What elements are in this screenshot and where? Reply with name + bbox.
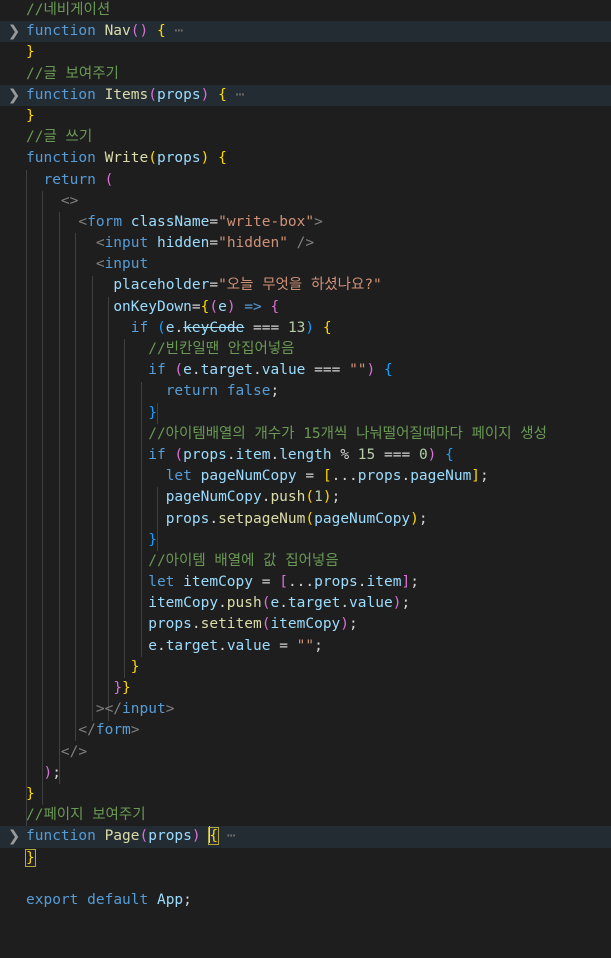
code-line[interactable]: //아이템 배열에 값 집어넣음 bbox=[0, 551, 611, 572]
code-line[interactable]: if (props.item.length % 15 === 0) { bbox=[0, 445, 611, 466]
placeholder-string: "오늘 무엇을 하셨나요?" bbox=[218, 277, 382, 294]
code-line[interactable]: <input hidden="hidden" /> bbox=[0, 233, 611, 254]
code-line-folded[interactable]: ❯ function Nav() { ⋯ bbox=[0, 21, 611, 43]
code-line[interactable]: //글 쓰기 bbox=[0, 127, 611, 148]
code-line[interactable]: } bbox=[0, 784, 611, 805]
code-line-folded[interactable]: ❯ function Items(props) { ⋯ bbox=[0, 84, 611, 106]
chevron-right-icon[interactable]: ❯ bbox=[7, 21, 21, 42]
code-line[interactable]: </form> bbox=[0, 720, 611, 741]
code-line[interactable]: props.setpageNum(pageNumCopy); bbox=[0, 509, 611, 530]
chevron-right-icon[interactable]: ❯ bbox=[7, 826, 21, 847]
code-line[interactable]: props.setitem(itemCopy); bbox=[0, 614, 611, 635]
code-line[interactable]: //네비게이션 bbox=[0, 0, 611, 21]
code-line[interactable]: return ( bbox=[0, 170, 611, 191]
code-line[interactable]: <form className="write-box"> bbox=[0, 212, 611, 233]
code-line[interactable]: //아이템배열의 개수가 15개씩 나눠떨어질때마다 페이지 생성 bbox=[0, 424, 611, 445]
code-line[interactable]: }} bbox=[0, 678, 611, 699]
code-line[interactable]: e.target.value = ""; bbox=[0, 636, 611, 657]
code-line[interactable]: if (e.target.value === "") { bbox=[0, 360, 611, 381]
deprecated-keycode: keyCode bbox=[183, 319, 245, 336]
code-line[interactable]: </> bbox=[0, 742, 611, 763]
code-line[interactable]: //빈칸일땐 안집어넣음 bbox=[0, 339, 611, 360]
code-line[interactable]: let pageNumCopy = [...props.pageNum]; bbox=[0, 466, 611, 487]
code-line[interactable]: if (e.keyCode === 13) { bbox=[0, 318, 611, 339]
code-line[interactable]: placeholder="오늘 무엇을 하셨나요?" bbox=[0, 275, 611, 296]
comment-text: //글 보여주기 bbox=[26, 65, 119, 82]
code-line[interactable]: //페이지 보여주기 bbox=[0, 805, 611, 826]
code-line[interactable]: } bbox=[0, 42, 611, 63]
code-line[interactable]: return false; bbox=[0, 381, 611, 402]
chevron-right-icon[interactable]: ❯ bbox=[7, 85, 21, 106]
bracket-match-close: } bbox=[25, 848, 36, 867]
code-line-blank[interactable] bbox=[0, 869, 611, 890]
code-line[interactable]: <> bbox=[0, 191, 611, 212]
code-line[interactable]: //글 보여주기 bbox=[0, 64, 611, 85]
code-line[interactable]: <input bbox=[0, 254, 611, 275]
code-line[interactable]: } bbox=[0, 657, 611, 678]
code-line[interactable]: } bbox=[0, 848, 611, 869]
comment-text: //네비게이션 bbox=[26, 2, 111, 18]
code-line[interactable]: ); bbox=[0, 763, 611, 784]
code-line[interactable]: } bbox=[0, 403, 611, 424]
code-line[interactable]: let itemCopy = [...props.item]; bbox=[0, 572, 611, 593]
code-line[interactable]: export default App; bbox=[0, 890, 611, 911]
code-line[interactable]: itemCopy.push(e.target.value); bbox=[0, 593, 611, 614]
code-line[interactable]: } bbox=[0, 530, 611, 551]
comment-text: //페이지 보여주기 bbox=[26, 807, 146, 824]
code-editor[interactable]: //네비게이션 ❯ function Nav() { ⋯ } //글 보여주기 ❯… bbox=[0, 0, 611, 958]
code-line[interactable]: onKeyDown={(e) => { bbox=[0, 297, 611, 318]
code-line[interactable]: ></input> bbox=[0, 699, 611, 720]
code-line[interactable]: function Write(props) { bbox=[0, 148, 611, 169]
bracket-match-open: { bbox=[208, 827, 220, 846]
code-line[interactable]: } bbox=[0, 106, 611, 127]
code-line[interactable]: pageNumCopy.push(1); bbox=[0, 487, 611, 508]
code-line-folded[interactable]: ❯ function Page(props) { ⋯ bbox=[0, 826, 611, 848]
comment-text: //글 쓰기 bbox=[26, 129, 93, 146]
